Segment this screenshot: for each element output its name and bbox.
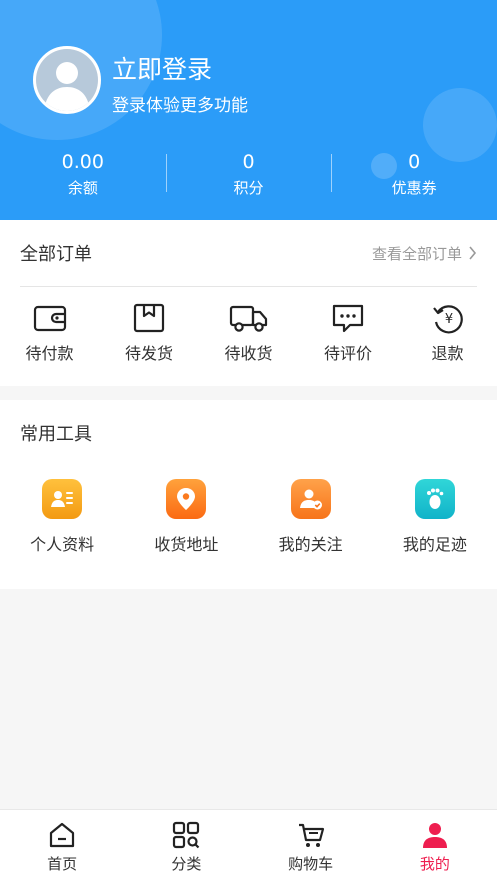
category-icon	[173, 821, 200, 849]
view-all-orders-label: 查看全部订单	[371, 244, 462, 263]
tab-label: 分类	[171, 855, 202, 873]
chevron-right-icon	[469, 246, 477, 260]
tab-mine[interactable]: 我的	[373, 810, 497, 883]
tool-following[interactable]: 我的关注	[249, 479, 373, 555]
order-pending-shipment[interactable]: 待发货	[100, 302, 199, 364]
wallet-icon	[33, 305, 66, 332]
order-label: 待评价	[323, 344, 372, 363]
order-refund[interactable]: ¥ 退款	[398, 302, 497, 364]
bottom-tab-bar: 首页 分类 购物车 我的	[0, 809, 497, 883]
order-pending-receipt[interactable]: 待收货	[199, 302, 298, 364]
comment-icon	[332, 304, 364, 333]
stat-value: 0	[408, 151, 421, 173]
truck-icon	[229, 305, 267, 332]
account-stats: 0.00 余额 0 积分 0 优惠券	[0, 148, 497, 204]
tool-label: 我的足迹	[402, 535, 467, 554]
profile-header: 立即登录 登录体验更多功能 0.00 余额 0 积分 0 优惠券	[0, 0, 497, 220]
order-label: 待发货	[124, 344, 173, 363]
tab-label: 购物车	[288, 855, 334, 873]
tool-profile[interactable]: 个人资料	[0, 479, 124, 555]
stat-value: 0	[242, 151, 255, 173]
order-pending-payment[interactable]: 待付款	[0, 302, 99, 364]
follow-user-icon	[290, 479, 331, 519]
tab-home[interactable]: 首页	[0, 810, 124, 883]
order-status-grid: 待付款 待发货 待收货 待评价 ¥ 退款	[0, 302, 497, 364]
tool-label: 收货地址	[154, 535, 219, 554]
tab-label: 我的	[419, 855, 450, 873]
view-all-orders-link[interactable]: 查看全部订单	[372, 243, 477, 264]
stat-value: 0.00	[61, 151, 104, 173]
stat-label: 积分	[233, 179, 264, 197]
tab-cart[interactable]: 购物车	[249, 810, 373, 883]
login-subtitle: 登录体验更多功能	[112, 96, 248, 116]
order-label: 待收货	[224, 344, 273, 363]
refund-icon: ¥	[432, 305, 463, 334]
tool-footprint[interactable]: 我的足迹	[373, 479, 497, 555]
profile-card-icon	[42, 479, 83, 519]
orders-title: 全部订单	[20, 244, 92, 265]
orders-section: 全部订单 查看全部订单 待付款 待发货 待收货 待评价 ¥ 退款	[0, 220, 497, 386]
location-pin-icon	[166, 479, 207, 519]
tool-label: 个人资料	[30, 535, 95, 554]
footprint-icon	[414, 479, 455, 519]
order-label: 待付款	[25, 344, 74, 363]
package-icon	[133, 303, 165, 333]
tab-label: 首页	[47, 855, 78, 873]
tab-category[interactable]: 分类	[124, 810, 248, 883]
cart-icon	[298, 823, 324, 847]
svg-text:¥: ¥	[444, 312, 452, 327]
stat-points[interactable]: 0 积分	[165, 148, 332, 204]
orders-header: 全部订单 查看全部订单	[20, 220, 477, 287]
tools-title: 常用工具	[20, 424, 92, 445]
tool-label: 我的关注	[278, 535, 343, 554]
stat-balance[interactable]: 0.00 余额	[0, 148, 166, 204]
profile-icon	[422, 823, 447, 848]
user-avatar-icon[interactable]	[33, 46, 101, 114]
tool-address[interactable]: 收货地址	[124, 479, 248, 555]
stat-label: 余额	[67, 179, 98, 197]
stat-coupons[interactable]: 0 优惠券	[331, 148, 497, 204]
login-title[interactable]: 立即登录	[112, 50, 212, 86]
order-pending-review[interactable]: 待评价	[299, 302, 398, 364]
stat-label: 优惠券	[391, 179, 437, 197]
tools-grid: 个人资料 收货地址 我的关注 我的足迹	[0, 479, 497, 555]
tools-section: 常用工具 个人资料 收货地址 我的关注 我的足迹	[0, 400, 497, 589]
order-label: 退款	[431, 344, 464, 363]
home-icon	[50, 822, 75, 848]
